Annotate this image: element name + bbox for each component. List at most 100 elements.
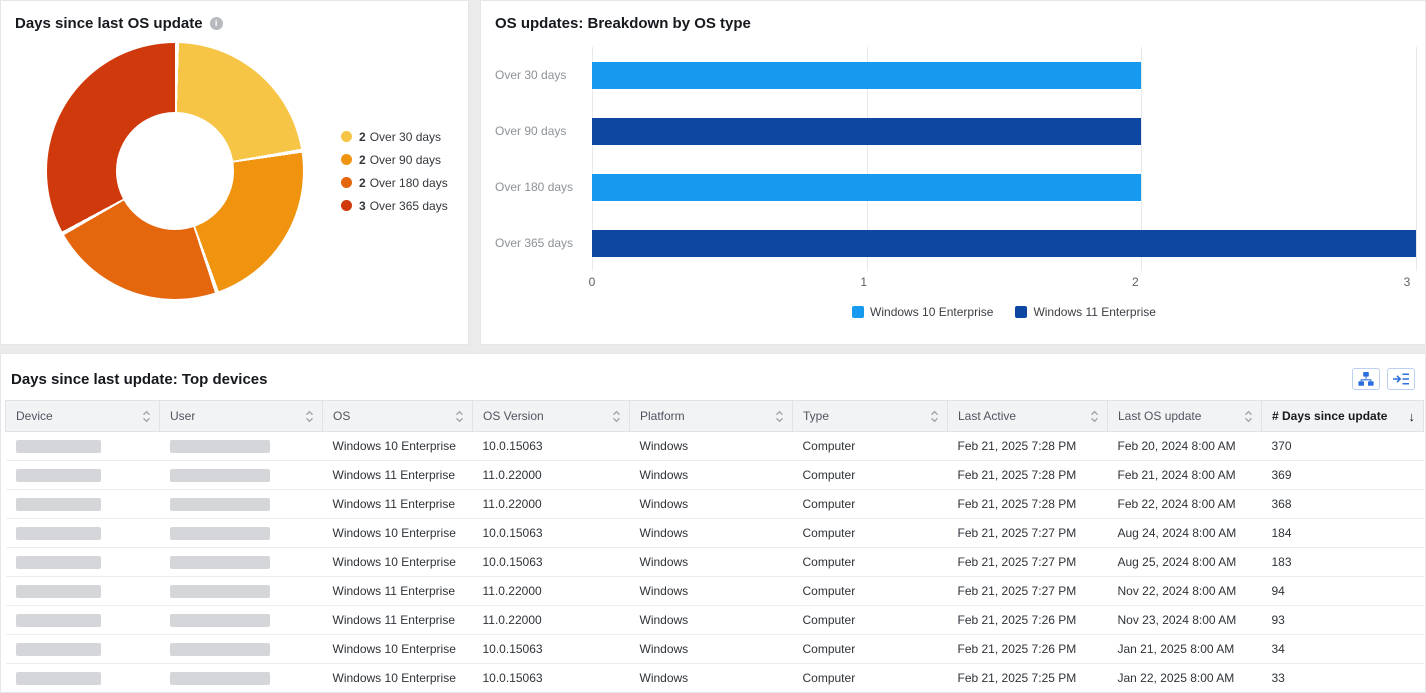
cell-device [6,664,160,693]
table-row[interactable]: Windows 11 Enterprise11.0.22000WindowsCo… [6,461,1424,490]
column-header-os-version[interactable]: OS Version [473,401,630,432]
table-row[interactable]: Windows 10 Enterprise10.0.15063WindowsCo… [6,548,1424,577]
redacted-value [170,527,270,540]
donut-hole [116,112,234,230]
cell-platform: Windows [630,606,793,635]
legend-item-windows-11-enterprise[interactable]: Windows 11 Enterprise [1015,305,1156,319]
cell-platform: Windows [630,577,793,606]
bar-over-365-days[interactable] [592,230,1416,257]
column-header-os[interactable]: OS [323,401,473,432]
redacted-value [170,614,270,627]
bar-plot [592,47,1416,271]
legend-item-over-180-days[interactable]: 2Over 180 days [341,176,448,190]
sort-icon[interactable] [1090,410,1099,423]
cell-os: Windows 10 Enterprise [323,519,473,548]
cell-type: Computer [793,664,948,693]
column-header-days-since-update[interactable]: # Days since update ↓ [1262,401,1424,432]
panel-title: OS updates: Breakdown by OS type [495,15,751,32]
cell-type: Computer [793,577,948,606]
cell-device [6,577,160,606]
cell-os-version: 10.0.15063 [473,519,630,548]
legend-value: 2 [359,176,366,190]
cell-device [6,490,160,519]
column-header-user[interactable]: User [160,401,323,432]
legend-item-over-30-days[interactable]: 2Over 30 days [341,130,448,144]
column-header-device[interactable]: Device [6,401,160,432]
table-title: Days since last update: Top devices [11,371,267,388]
cell-platform: Windows [630,519,793,548]
table-row[interactable]: Windows 11 Enterprise11.0.22000WindowsCo… [6,577,1424,606]
charts-row: Days since last OS update i 2Over 30 day… [0,0,1426,345]
cell-last-os-update: Feb 20, 2024 8:00 AM [1108,432,1262,461]
column-label: User [170,409,195,423]
cell-last-os-update: Jan 21, 2025 8:00 AM [1108,635,1262,664]
x-tick-label: 3 [1404,275,1411,289]
redacted-value [170,672,270,685]
bar-over-30-days[interactable] [592,62,1141,89]
column-header-last-os-update[interactable]: Last OS update [1108,401,1262,432]
panel-header: Days since last OS update i [15,13,454,33]
category-label: Over 90 days [495,103,592,159]
cell-os-version: 11.0.22000 [473,606,630,635]
sort-icon[interactable] [775,410,784,423]
legend-label: Over 90 days [370,153,441,167]
bar-over-180-days[interactable] [592,174,1141,201]
bar-over-90-days[interactable] [592,118,1141,145]
legend-item-over-90-days[interactable]: 2 Over 90 days [341,153,448,167]
legend-swatch [1015,306,1027,318]
table-row[interactable]: Windows 10 Enterprise10.0.15063WindowsCo… [6,519,1424,548]
cell-days-since-update: 183 [1262,548,1424,577]
info-icon[interactable]: i [210,17,223,30]
legend-value: 3 [359,199,366,213]
bar-row [592,103,1416,159]
table-row[interactable]: Windows 11 Enterprise11.0.22000WindowsCo… [6,490,1424,519]
legend-item-windows-10-enterprise[interactable]: Windows 10 Enterprise [852,305,993,319]
sort-icon[interactable] [305,410,314,423]
cell-os-version: 11.0.22000 [473,577,630,606]
table-header: Device User OSOS VersionPlatformTypeLast A… [6,401,1424,432]
sort-icon[interactable] [1244,410,1253,423]
legend-dot [341,131,352,142]
bar-legend: Windows 10 Enterprise Windows 11 Enterpri… [592,305,1416,319]
table-row[interactable]: Windows 10 Enterprise10.0.15063WindowsCo… [6,635,1424,664]
table-row[interactable]: Windows 10 Enterprise10.0.15063WindowsCo… [6,432,1424,461]
table-row[interactable]: Windows 11 Enterprise11.0.22000WindowsCo… [6,606,1424,635]
open-in-button[interactable] [1387,368,1415,390]
cell-last-os-update: Jan 22, 2025 8:00 AM [1108,664,1262,693]
cell-days-since-update: 184 [1262,519,1424,548]
legend-value: 2 [359,153,366,167]
panel-os-breakdown: OS updates: Breakdown by OS type Over 30… [480,0,1426,345]
sort-desc-icon[interactable]: ↓ [1409,409,1416,424]
cell-user [160,635,323,664]
cell-user [160,577,323,606]
cell-user [160,606,323,635]
legend-swatch [852,306,864,318]
sort-icon[interactable] [455,410,464,423]
hierarchy-icon [1358,372,1374,386]
redacted-value [16,585,101,598]
column-header-platform[interactable]: Platform [630,401,793,432]
x-tick-label: 1 [860,275,867,289]
sort-icon[interactable] [930,410,939,423]
sort-icon[interactable] [612,410,621,423]
redacted-value [16,556,101,569]
column-header-last-active[interactable]: Last Active [948,401,1108,432]
hierarchy-button[interactable] [1352,368,1380,390]
cell-device [6,461,160,490]
donut-chart[interactable] [47,43,303,299]
cell-user [160,461,323,490]
table-row[interactable]: Windows 10 Enterprise10.0.15063WindowsCo… [6,664,1424,693]
redacted-value [170,585,270,598]
cell-user [160,664,323,693]
column-header-type[interactable]: Type [793,401,948,432]
cell-os: Windows 10 Enterprise [323,635,473,664]
cell-type: Computer [793,490,948,519]
column-label: # Days since update [1272,409,1387,423]
legend-item-over-365-days[interactable]: 3Over 365 days [341,199,448,213]
cell-days-since-update: 370 [1262,432,1424,461]
cell-user [160,519,323,548]
bar-category-labels: Over 30 daysOver 90 daysOver 180 daysOve… [495,47,592,271]
sort-icon[interactable] [142,410,151,423]
cell-last-active: Feb 21, 2025 7:26 PM [948,635,1108,664]
cell-os: Windows 10 Enterprise [323,432,473,461]
